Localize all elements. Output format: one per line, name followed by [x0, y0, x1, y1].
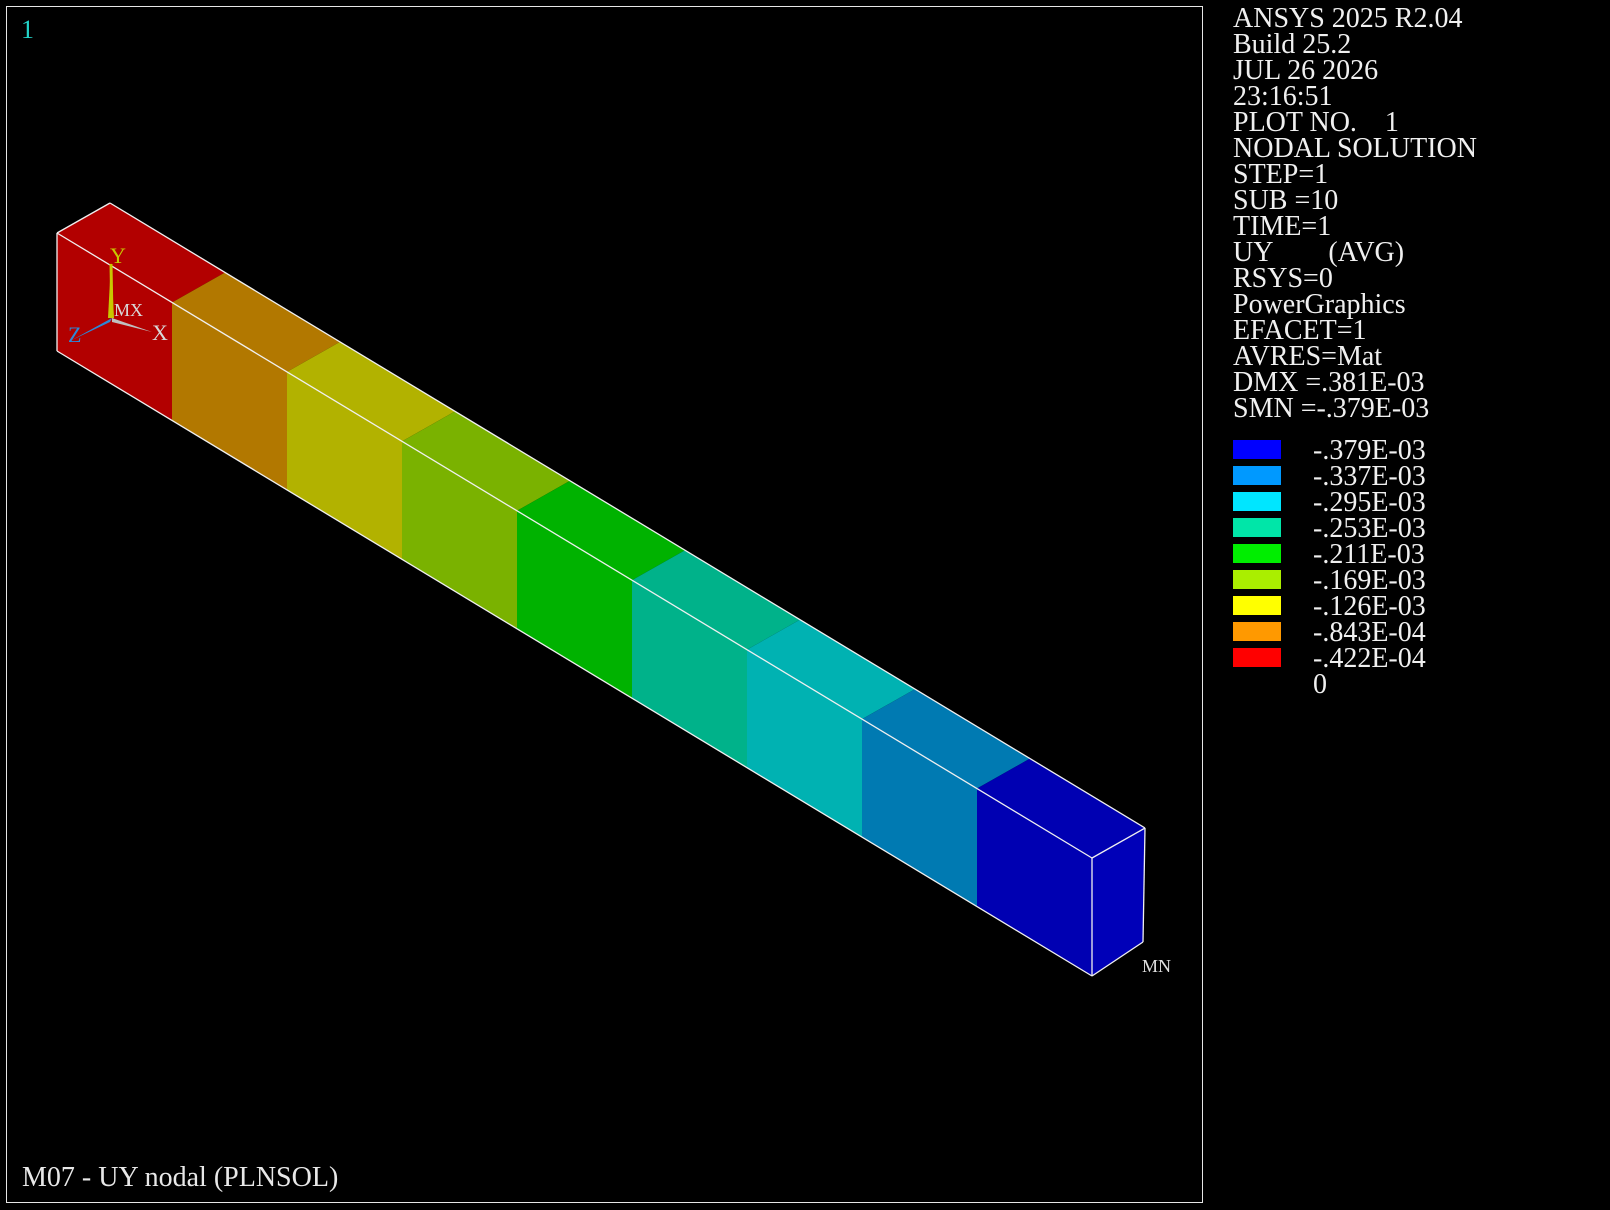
beam-edge	[56, 232, 1093, 859]
legend-swatch	[1233, 648, 1281, 667]
x-axis-label: X	[152, 320, 168, 345]
legend-swatch	[1233, 622, 1281, 641]
legend-label: 0	[1313, 669, 1327, 700]
legend-swatch	[1233, 492, 1281, 511]
legend-row: -.422E-04	[1233, 643, 1553, 674]
legend-swatch	[1233, 440, 1281, 459]
legend-row: 0	[1233, 669, 1553, 700]
info-line: SMN =-.379E-03	[1233, 393, 1430, 424]
legend-swatch	[1233, 466, 1281, 485]
z-axis-label: Z	[68, 322, 81, 347]
legend-swatch	[1233, 596, 1281, 615]
model-scene: Y Z X MX MN	[56, 202, 1171, 977]
beam-edge	[56, 350, 1093, 977]
beam-contour	[56, 202, 1146, 977]
legend-swatch	[1233, 544, 1281, 563]
min-marker: MN	[1142, 956, 1171, 976]
mx-label: MX	[114, 300, 143, 320]
legend-swatch	[1233, 570, 1281, 589]
info-panel: ANSYS 2025 R2.04 Build 25.2 JUL 26 2026 23:…	[1233, 5, 1477, 424]
legend-label: -.422E-04	[1313, 643, 1426, 674]
y-axis-label: Y	[110, 243, 126, 268]
legend-swatch	[1233, 518, 1281, 537]
beam-edge	[109, 202, 1146, 829]
